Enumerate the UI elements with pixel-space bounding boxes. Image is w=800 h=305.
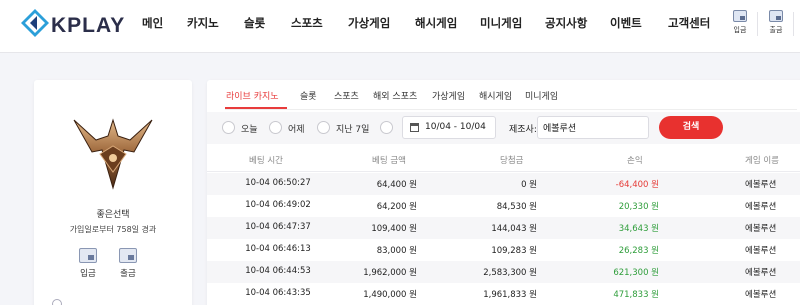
bet-history-panel: 라이브 카지노 슬롯 스포츠 해외 스포츠 가상게임 해시게임 미니게임 오늘 … bbox=[207, 80, 800, 305]
table-row[interactable]: 10-04 06:46:13 83,000 원 109,283 원 26,283 원 에… bbox=[207, 239, 800, 261]
table-cell-game-name: 에볼루션 bbox=[745, 246, 777, 256]
table-cell-profit-loss: 34,643 원 bbox=[618, 224, 659, 234]
tab-virtual-game[interactable]: 가상게임 bbox=[432, 89, 465, 102]
column-header-bet-time: 베팅 시간 bbox=[249, 156, 283, 166]
header-divider bbox=[793, 12, 794, 36]
nav-item-event[interactable]: 이벤트 bbox=[610, 15, 642, 31]
profile-card: 좋은선택 가입일로부터 758일 경과 입금 출금 bbox=[34, 80, 192, 305]
tab-hash-game[interactable]: 해시게임 bbox=[479, 89, 512, 102]
nav-item-notice[interactable]: 공지사항 bbox=[545, 15, 587, 31]
filter-bar: 오늘 어제 지난 7일 10/04 - 10/04 제조사: 검색 bbox=[207, 112, 800, 144]
tab-sports[interactable]: 스포츠 bbox=[334, 89, 359, 102]
search-button[interactable]: 검색 bbox=[659, 116, 723, 139]
table-cell-bet-time: 10-04 06:50:27 bbox=[245, 178, 311, 188]
table-row[interactable]: 10-04 06:49:02 64,200 원 84,530 원 20,330 원 에볼… bbox=[207, 195, 800, 217]
profile-withdraw-button[interactable]: 출금 bbox=[113, 248, 143, 279]
table-cell-game-name: 에볼루션 bbox=[745, 202, 777, 212]
provider-label: 제조사: bbox=[509, 125, 537, 135]
profile-deposit-button[interactable]: 입금 bbox=[73, 248, 103, 279]
table-cell-game-name: 에볼루션 bbox=[745, 290, 777, 300]
table-cell-bet-time: 10-04 06:47:37 bbox=[245, 222, 311, 232]
radio-today[interactable] bbox=[222, 121, 235, 134]
table-row[interactable]: 10-04 06:43:35 1,490,000 원 1,961,833 원 471,… bbox=[207, 283, 800, 305]
table-cell-winnings: 1,961,833 원 bbox=[483, 290, 537, 300]
settings-icon[interactable] bbox=[52, 299, 62, 305]
radio-today-label[interactable]: 오늘 bbox=[241, 122, 258, 135]
table-cell-bet-time: 10-04 06:46:13 bbox=[245, 244, 311, 254]
date-range-picker[interactable]: 10/04 - 10/04 bbox=[402, 116, 496, 139]
column-header-bet-amount: 베팅 금액 bbox=[372, 156, 406, 166]
header-deposit-label: 입금 bbox=[733, 26, 747, 34]
top-header: KPLAY 메인 카지노 슬롯 스포츠 가상게임 해시게임 미니게임 공지사항 … bbox=[0, 0, 800, 53]
table-cell-bet-time: 10-04 06:43:35 bbox=[245, 288, 311, 298]
radio-custom-range[interactable] bbox=[380, 121, 393, 134]
active-tab-indicator bbox=[225, 107, 287, 109]
profile-deposit-label: 입금 bbox=[80, 269, 96, 279]
nav-item-slot[interactable]: 슬롯 bbox=[244, 15, 265, 31]
logo-text: KPLAY bbox=[51, 14, 126, 37]
table-cell-winnings: 0 원 bbox=[521, 180, 537, 190]
wallet-icon bbox=[79, 248, 97, 263]
table-header: 베팅 시간 베팅 금액 당첨금 손익 게임 이름 bbox=[207, 148, 800, 172]
tab-slot[interactable]: 슬롯 bbox=[300, 89, 317, 102]
tab-overseas-sports[interactable]: 해외 스포츠 bbox=[373, 89, 417, 102]
nav-item-virtual[interactable]: 가상게임 bbox=[348, 15, 390, 31]
table-row[interactable]: 10-04 06:44:53 1,962,000 원 2,583,300 원 621,… bbox=[207, 261, 800, 283]
table-cell-winnings: 144,043 원 bbox=[491, 224, 537, 234]
header-divider bbox=[757, 12, 758, 36]
game-category-tabs: 라이브 카지노 슬롯 스포츠 해외 스포츠 가상게임 해시게임 미니게임 bbox=[225, 80, 797, 110]
table-cell-bet-amount: 64,200 원 bbox=[376, 202, 417, 212]
column-header-game-name: 게임 이름 bbox=[745, 156, 779, 166]
table-row[interactable]: 10-04 06:50:27 64,400 원 0 원 -64,400 원 에볼루션 bbox=[207, 173, 800, 195]
table-cell-winnings: 109,283 원 bbox=[491, 246, 537, 256]
nav-item-sports[interactable]: 스포츠 bbox=[291, 15, 323, 31]
calendar-icon bbox=[410, 123, 419, 132]
date-range-text: 10/04 - 10/04 bbox=[425, 122, 486, 132]
nav-item-support[interactable]: 고객센터 bbox=[668, 15, 710, 31]
provider-input[interactable] bbox=[537, 116, 649, 139]
profile-withdraw-label: 출금 bbox=[120, 269, 136, 279]
table-cell-game-name: 에볼루션 bbox=[745, 268, 777, 278]
wallet-icon bbox=[733, 10, 747, 22]
radio-last-7-days[interactable] bbox=[317, 121, 330, 134]
table-row[interactable]: 10-04 06:47:37 109,400 원 144,043 원 34,643 원… bbox=[207, 217, 800, 239]
profile-username: 좋은선택 bbox=[96, 210, 130, 220]
table-cell-bet-amount: 83,000 원 bbox=[376, 246, 417, 256]
wallet-icon bbox=[769, 10, 783, 22]
header-withdraw-button[interactable]: 출금 bbox=[763, 10, 789, 35]
logo-mark-icon bbox=[21, 9, 49, 37]
table-cell-bet-time: 10-04 06:44:53 bbox=[245, 266, 311, 276]
nav-item-hash[interactable]: 해시게임 bbox=[415, 15, 457, 31]
radio-last-7-days-label[interactable]: 지난 7일 bbox=[336, 122, 369, 135]
table-cell-profit-loss: -64,400 원 bbox=[615, 180, 659, 190]
radio-yesterday-label[interactable]: 어제 bbox=[288, 122, 305, 135]
nav-item-casino[interactable]: 카지노 bbox=[187, 15, 219, 31]
table-cell-winnings: 2,583,300 원 bbox=[483, 268, 537, 278]
table-cell-profit-loss: 20,330 원 bbox=[618, 202, 659, 212]
table-cell-bet-time: 10-04 06:49:02 bbox=[245, 200, 311, 210]
header-withdraw-label: 출금 bbox=[769, 26, 783, 34]
table-cell-bet-amount: 1,490,000 원 bbox=[363, 290, 417, 300]
rank-badge-icon bbox=[73, 118, 153, 190]
tab-mini-game[interactable]: 미니게임 bbox=[525, 89, 558, 102]
table-cell-bet-amount: 64,400 원 bbox=[376, 180, 417, 190]
header-deposit-button[interactable]: 입금 bbox=[727, 10, 753, 35]
profile-member-days: 가입일로부터 758일 경과 bbox=[69, 225, 157, 234]
tab-live-casino[interactable]: 라이브 카지노 bbox=[226, 89, 279, 102]
table-cell-bet-amount: 109,400 원 bbox=[371, 224, 417, 234]
table-cell-profit-loss: 26,283 원 bbox=[618, 246, 659, 256]
kplay-logo[interactable]: KPLAY bbox=[20, 8, 130, 42]
nav-item-main[interactable]: 메인 bbox=[142, 15, 163, 31]
wallet-icon bbox=[119, 248, 137, 263]
column-header-winnings: 당첨금 bbox=[500, 156, 524, 166]
table-cell-profit-loss: 471,833 원 bbox=[613, 290, 659, 300]
column-header-profit-loss: 손익 bbox=[627, 156, 643, 166]
table-cell-game-name: 에볼루션 bbox=[745, 224, 777, 234]
nav-item-mini[interactable]: 미니게임 bbox=[480, 15, 522, 31]
table-cell-game-name: 에볼루션 bbox=[745, 180, 777, 190]
table-cell-winnings: 84,530 원 bbox=[496, 202, 537, 212]
table-cell-bet-amount: 1,962,000 원 bbox=[363, 268, 417, 278]
table-cell-profit-loss: 621,300 원 bbox=[613, 268, 659, 278]
radio-yesterday[interactable] bbox=[269, 121, 282, 134]
